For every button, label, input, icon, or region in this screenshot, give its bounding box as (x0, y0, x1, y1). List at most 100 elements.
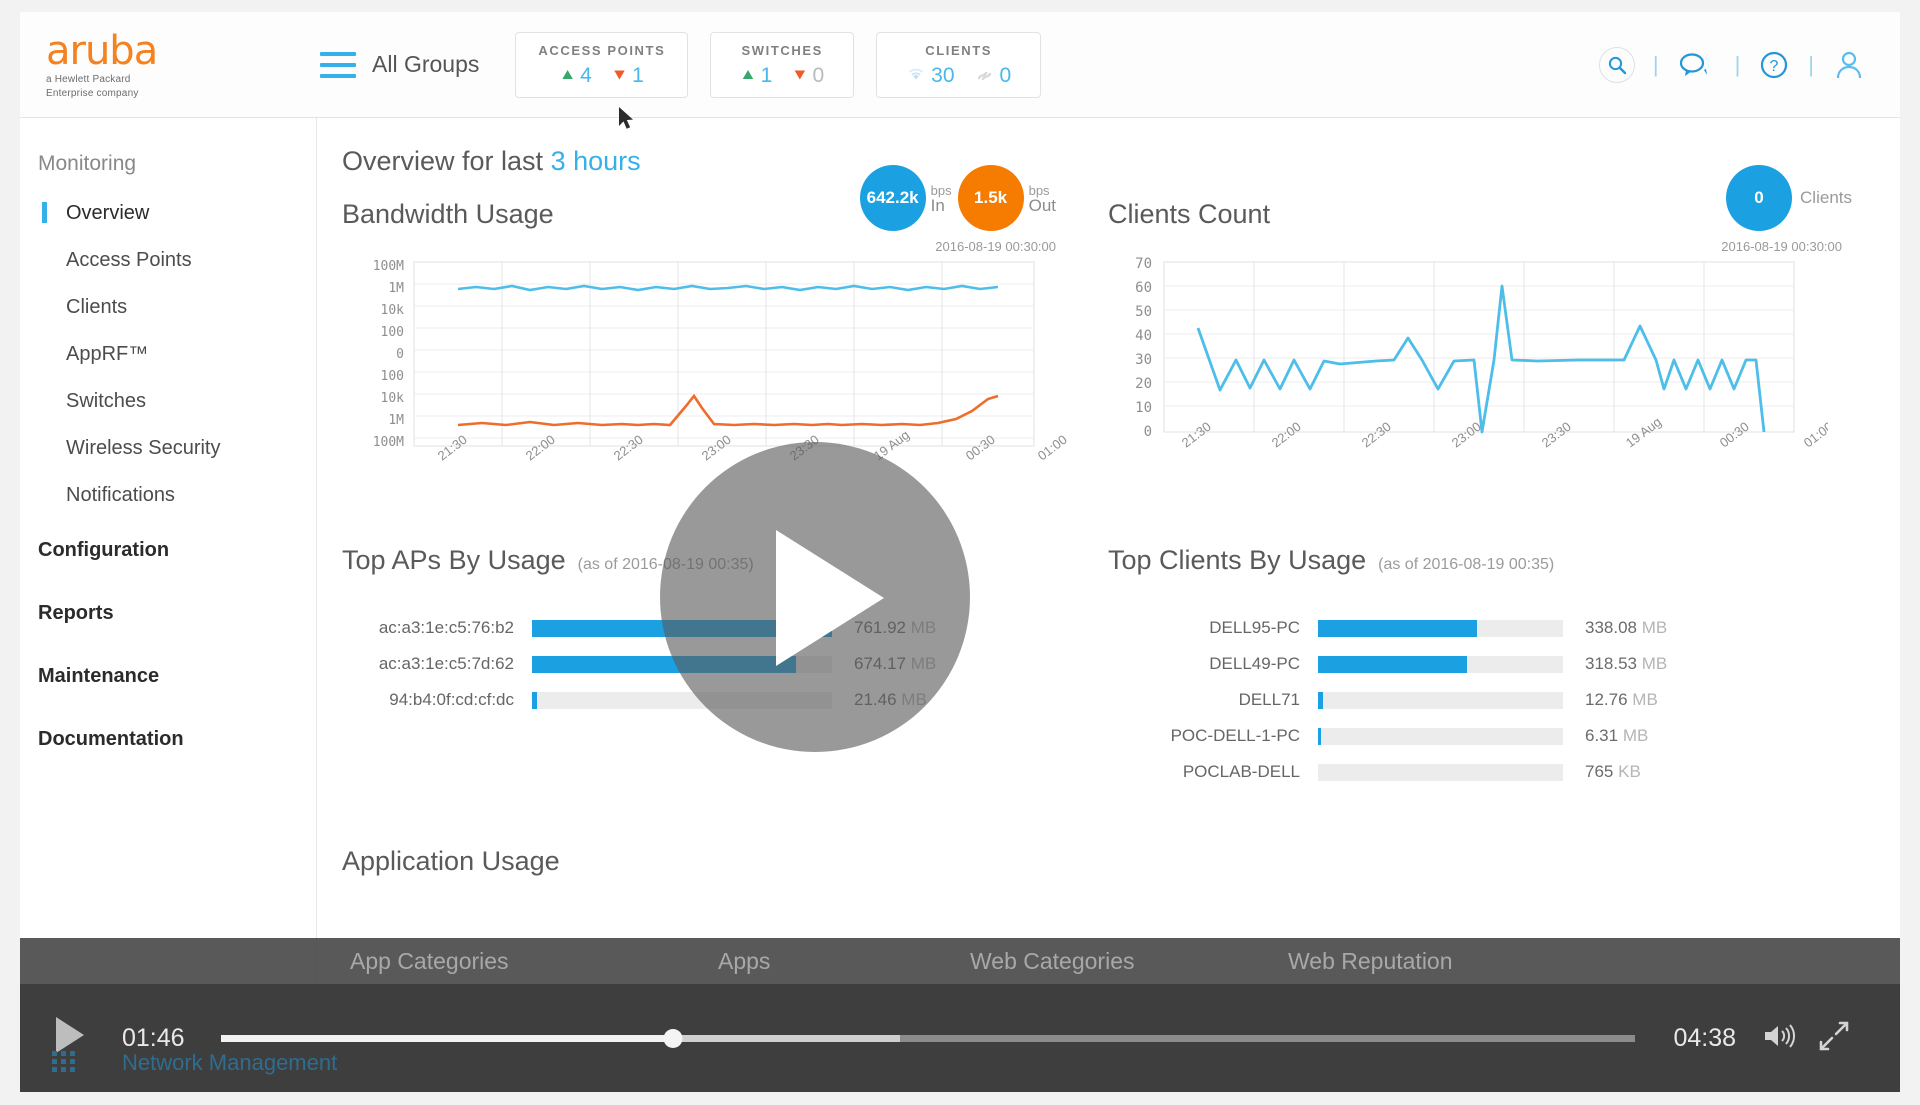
overview-prefix: Overview for last (342, 146, 544, 176)
bar-value-number: 318.53 (1585, 654, 1637, 673)
usage-row: Top APs By Usage (as of 2016-08-19 00:35… (342, 545, 1874, 790)
help-icon[interactable]: ? (1758, 49, 1790, 81)
arrow-up-icon: ⯅ (740, 65, 756, 87)
wired-link-icon (975, 66, 995, 87)
aruba-logo[interactable]: aruba a Hewlett Packard Enterprise compa… (20, 30, 320, 100)
sidebar-navigation: Monitoring Overview Access Points Client… (20, 118, 317, 988)
tab-web-reputation[interactable]: Web Reputation (1288, 948, 1453, 975)
wired-clients-value: 0 (999, 64, 1012, 87)
table-row[interactable]: POCLAB-DELL 765 KB (1108, 754, 1874, 790)
bar-value-unit: MB (1641, 618, 1668, 637)
tab-apps[interactable]: Apps (718, 948, 770, 975)
tab-web-categories[interactable]: Web Categories (970, 948, 1135, 975)
header-divider: | (1808, 51, 1814, 77)
all-groups-label[interactable]: All Groups (372, 51, 479, 78)
sidebar-item-label: Switches (66, 390, 147, 412)
sidebar-item-switches[interactable]: Switches (20, 378, 316, 425)
sidebar-item-label: Wireless Security (66, 437, 221, 459)
bar-label: DELL71 (1238, 690, 1300, 709)
bar-value: 6.31 MB (1585, 726, 1648, 746)
sidebar-item-clients[interactable]: Clients (20, 284, 316, 331)
video-scrubber[interactable] (220, 1028, 1636, 1048)
overview-time-range[interactable]: 3 hours (551, 146, 641, 176)
play-triangle-icon (776, 530, 884, 666)
svg-text:0: 0 (396, 347, 404, 362)
search-icon[interactable] (1598, 46, 1635, 83)
switch-up-value: 1 (760, 64, 773, 87)
video-play-overlay-button[interactable] (660, 442, 970, 752)
header-divider: | (1734, 51, 1741, 77)
bar-track (1318, 763, 1563, 781)
wifi-icon (906, 66, 926, 86)
hamburger-menu-icon[interactable] (320, 51, 356, 78)
bar-fill (1318, 727, 1322, 745)
sidebar-item-access-points[interactable]: Access Points (20, 237, 316, 284)
sidebar-item-wireless-security[interactable]: Wireless Security (20, 425, 316, 472)
top-clients-panel: Top Clients By Usage (as of 2016-08-19 0… (1108, 545, 1874, 790)
bandwidth-badges: 642.2k bps In 1.5k bps Out 2016-08-19 00… (854, 165, 1056, 254)
sidebar-item-reports[interactable]: Reports (20, 582, 316, 645)
bar-value: 12.76 MB (1585, 690, 1658, 710)
clients-count-panel: Clients Count 0 Clients 2016-08-19 00:30… (1108, 165, 1874, 501)
bandwidth-out-badge: 1.5k bps Out (957, 165, 1056, 231)
table-row[interactable]: DELL71 12.76 MB (1108, 682, 1874, 718)
bandwidth-usage-panel: Bandwidth Usage 642.2k bps In 1.5k bps O… (342, 165, 1108, 501)
bar-label: POCLAB-DELL (1182, 762, 1300, 781)
charts-row: Bandwidth Usage 642.2k bps In 1.5k bps O… (342, 165, 1874, 501)
svg-text:40: 40 (1135, 328, 1152, 344)
ap-down-value: 1 (632, 64, 644, 87)
app-header: aruba a Hewlett Packard Enterprise compa… (20, 12, 1900, 118)
stat-title: SWITCHES (741, 43, 823, 58)
clients-count-badge: 0 Clients 2016-08-19 00:30:00 (1721, 165, 1852, 254)
bandwidth-chart: 100M 1M 10k 100 0 100 10k 1M 100M 21:30 … (342, 256, 1108, 501)
bar-label: 94:b4:0f:cd:cf:dc (389, 690, 514, 709)
clients-count-timestamp: 2016-08-19 00:30:00 (1721, 239, 1842, 254)
sidebar-item-label: Notifications (66, 484, 175, 506)
chat-icon[interactable] (1677, 51, 1717, 79)
bar-label: DELL49-PC (1209, 654, 1300, 673)
fullscreen-icon[interactable] (1818, 1020, 1850, 1057)
table-row[interactable]: POC-DELL-1-PC 6.31 MB (1108, 718, 1874, 754)
sidebar-item-maintenance[interactable]: Maintenance (20, 645, 316, 708)
sidebar-item-label: Clients (66, 296, 128, 318)
sidebar-item-overview[interactable]: Overview (20, 190, 316, 237)
page-title: Overview for last 3 hours (342, 146, 1874, 177)
clients-count-label: Clients (1800, 188, 1852, 207)
header-divider: | (1652, 51, 1659, 77)
bar-label: DELL95-PC (1209, 618, 1300, 637)
current-time: 01:46 (122, 1023, 185, 1052)
bar-value-unit: MB (1622, 726, 1649, 745)
table-row[interactable]: DELL49-PC 318.53 MB (1108, 646, 1874, 682)
sidebar-item-apprf[interactable]: AppRF™ (20, 331, 316, 378)
play-button[interactable] (48, 1015, 94, 1072)
bar-label: POC-DELL-1-PC (1170, 726, 1300, 745)
sidebar-item-label: Access Points (66, 249, 192, 271)
tab-app-categories[interactable]: App Categories (350, 948, 509, 975)
table-row[interactable]: DELL95-PC 338.08 MB (1108, 610, 1874, 646)
video-controls-bar: 01:46 Network Management 04:38 (20, 984, 1900, 1092)
sidebar-item-label: AppRF™ (66, 343, 149, 365)
stat-card-access-points[interactable]: ACCESS POINTS ⯅ 4 ⯆ 1 (515, 31, 689, 98)
groups-selector[interactable]: All Groups (320, 51, 479, 78)
sidebar-item-documentation[interactable]: Documentation (20, 708, 316, 771)
video-title: Network Management (122, 1049, 338, 1075)
stat-card-clients[interactable]: CLIENTS 30 0 (876, 31, 1042, 98)
sidebar-item-notifications[interactable]: Notifications (20, 472, 316, 519)
bar-value-number: 6.31 (1585, 726, 1619, 745)
header-actions: | | ? | (1598, 46, 1900, 83)
svg-text:1M: 1M (388, 413, 404, 428)
unit-big: In (930, 196, 945, 215)
arrow-down-icon: ⯆ (611, 65, 628, 87)
bandwidth-out-unit: bps Out (1029, 183, 1056, 214)
grid-icon (52, 1051, 76, 1072)
user-icon[interactable] (1832, 49, 1866, 81)
sidebar-item-configuration[interactable]: Configuration (20, 519, 316, 582)
wired-clients-count: 0 (975, 64, 1012, 88)
application-usage-title: Application Usage (342, 846, 560, 876)
scrubber-played (220, 1034, 674, 1042)
stat-card-switches[interactable]: SWITCHES ⯅ 1 ⯆ 0 (710, 31, 855, 98)
volume-icon[interactable] (1762, 1022, 1796, 1055)
scrubber-handle[interactable] (663, 1028, 683, 1048)
svg-text:70: 70 (1135, 256, 1152, 272)
bar-value-number: 12.76 (1585, 690, 1628, 709)
